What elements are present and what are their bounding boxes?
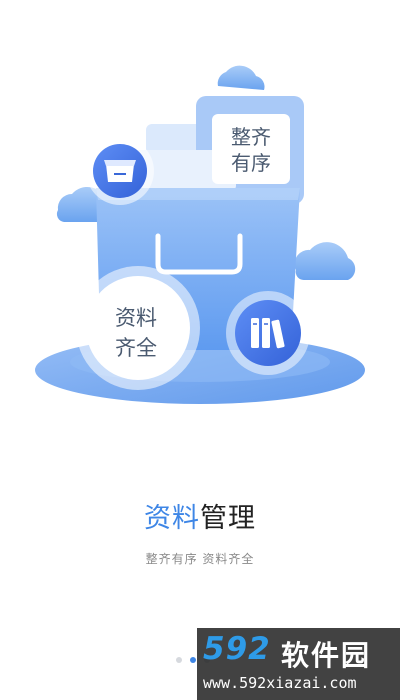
- cloud-icon: [217, 65, 265, 90]
- page-dot-active[interactable]: [190, 657, 196, 663]
- page-subtitle: 整齐有序 资料齐全: [145, 552, 255, 566]
- watermark: 592 软件园 www.592xiazai.com: [197, 628, 400, 700]
- cloud-icon: [294, 242, 356, 281]
- tag-top-line1: 整齐: [231, 125, 271, 149]
- title-rest: 管理: [200, 503, 256, 534]
- page-title: 资料管理: [0, 496, 400, 535]
- watermark-logo: 592: [203, 631, 271, 667]
- tag-top-line2: 有序: [231, 151, 271, 175]
- tag-circle-line1: 资料: [115, 306, 157, 330]
- folder-illustration: 整齐 有序 资料 齐全: [35, 65, 365, 404]
- title-accent: 资料: [144, 503, 200, 534]
- watermark-brand: 软件园: [281, 639, 372, 672]
- tag-circle-line2: 齐全: [115, 336, 157, 360]
- watermark-url: www.592xiazai.com: [203, 674, 357, 692]
- page-dot[interactable]: [176, 657, 182, 663]
- inbox-icon: [104, 160, 136, 182]
